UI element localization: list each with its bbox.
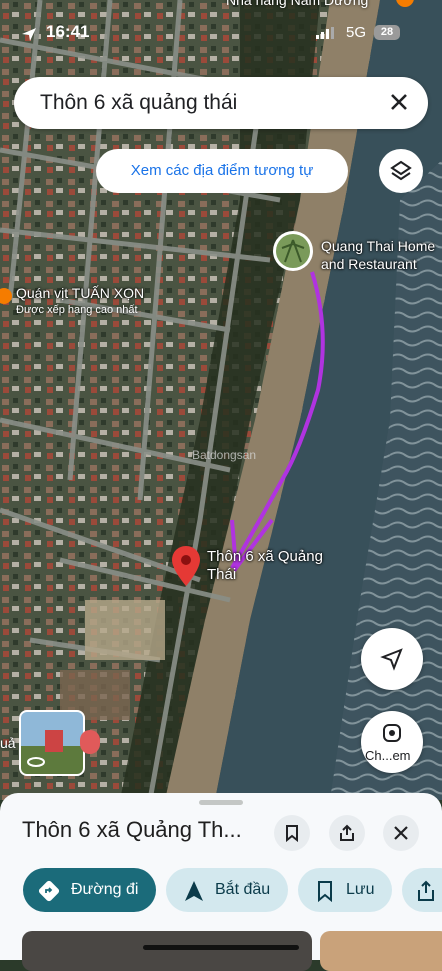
restaurant-pin-icon[interactable] (0, 287, 12, 307)
poi-top-label: Nhà hàng Nam Dương (226, 0, 369, 8)
directions-label: Đường đi (71, 881, 139, 898)
start-label: Bắt đầu (215, 881, 271, 898)
poi-label-line: Quang Thai Home (321, 238, 436, 254)
navigation-arrow-icon (380, 648, 403, 671)
location-pin-icon[interactable] (172, 546, 200, 586)
close-icon[interactable] (386, 89, 412, 115)
network-type: 5G (346, 24, 367, 41)
clock: 16:41 (46, 22, 90, 41)
poi-label-thon-6[interactable]: Thôn 6 xã Quảng Thái (207, 548, 323, 584)
bookmark-icon (286, 825, 298, 842)
poi-photo-icon (276, 234, 310, 268)
watermark: Batdongsan (192, 448, 257, 462)
poi-subtitle: Được xếp hạng cao nhất (16, 304, 138, 316)
directions-button[interactable]: Đường đi (23, 868, 156, 912)
poi-label-quan-vit[interactable]: Quán vịt TUẤN XỌN (16, 284, 144, 302)
poi-label-line: Thôn 6 xã Quảng (207, 548, 323, 565)
restaurant-pin-icon[interactable] (394, 0, 416, 10)
streetview-thumbnail[interactable] (19, 710, 85, 776)
bookmark-icon (318, 881, 332, 902)
save-chip[interactable]: Lưu (298, 868, 392, 912)
streetview-label: Ch...em (365, 748, 411, 763)
navigation-arrow-icon (185, 881, 203, 901)
search-bar[interactable]: Thôn 6 xã quảng thái (14, 77, 428, 129)
share-chip[interactable] (402, 868, 442, 912)
lens-icon (383, 724, 401, 742)
my-location-button[interactable] (361, 628, 423, 690)
share-icon (340, 824, 354, 841)
search-query[interactable]: Thôn 6 xã quảng thái (40, 91, 237, 115)
poi-label-line: Thái (207, 566, 237, 583)
location-arrow-icon (22, 28, 36, 41)
left-edge-label: uả (0, 735, 16, 751)
share-button[interactable] (329, 815, 365, 851)
status-bar: 16:41 5G 28 (0, 18, 442, 48)
poi-marker-quang-thai[interactable] (273, 231, 313, 271)
streetview-button[interactable]: Ch...em (361, 711, 423, 773)
poi-label-line: and Restaurant (321, 256, 417, 272)
home-indicator (143, 945, 299, 950)
hospital-marker[interactable] (80, 730, 100, 754)
poi-label-quang-thai[interactable]: Quang Thai Home and Restaurant (321, 237, 435, 273)
battery-icon: 28 (374, 25, 400, 40)
layers-icon (390, 160, 412, 181)
layers-button[interactable] (379, 149, 423, 193)
directions-icon (38, 880, 60, 902)
place-photo[interactable] (22, 931, 312, 971)
drag-handle[interactable] (199, 800, 243, 805)
start-button[interactable]: Bắt đầu (166, 868, 288, 912)
save-label: Lưu (346, 881, 375, 898)
360-icon (27, 757, 45, 767)
place-photo[interactable] (320, 931, 442, 971)
signal-icon (316, 27, 334, 39)
close-sheet-button[interactable] (383, 815, 419, 851)
similar-places-button[interactable]: Xem các địa điểm tương tự (96, 149, 348, 193)
place-sheet[interactable]: Thôn 6 xã Quảng Th... Đường đi Bắt đầu L… (0, 793, 442, 971)
save-button[interactable] (274, 815, 310, 851)
place-title: Thôn 6 xã Quảng Th... (22, 817, 242, 842)
close-icon (394, 826, 408, 840)
share-icon (418, 880, 434, 901)
